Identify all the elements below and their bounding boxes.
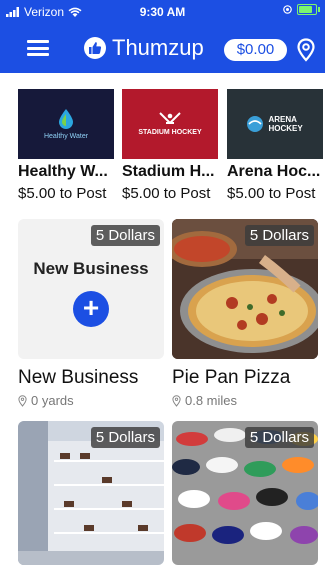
distance-text: 0 yards	[31, 393, 74, 408]
featured-item-healthy-water[interactable]: Healthy Water Healthy W... $5.00 to Post	[18, 89, 114, 202]
business-card-pie-pan-pizza[interactable]: 5 Dollars Pie Pan Pizza 0.8 miles	[172, 219, 318, 408]
thumbs-up-icon	[84, 37, 106, 59]
brand: Thumzup	[84, 35, 204, 61]
location-pin-icon	[18, 394, 27, 407]
brand-name: Thumzup	[112, 35, 204, 60]
status-time: 9:30 AM	[139, 5, 186, 19]
location-pin-icon	[172, 394, 181, 407]
featured-price: $5.00 to Post	[122, 185, 211, 202]
card-distance: 0 yards	[18, 393, 164, 408]
status-right	[283, 4, 320, 15]
menu-icon[interactable]	[27, 40, 49, 56]
featured-price: $5.00 to Post	[227, 185, 316, 202]
featured-item-arena-hockey[interactable]: ARENA HOCKEY Arena Hoc... $5.00 to Post	[227, 89, 323, 202]
shoe-store-image: 5 Dollars	[18, 421, 164, 565]
card-title: New Business	[18, 367, 139, 388]
hockey-sticks-icon	[159, 112, 181, 124]
sneaker-image: 5 Dollars	[172, 421, 318, 565]
business-card-shoe-store[interactable]: 5 Dollars	[18, 421, 164, 565]
status-bar: Verizon 9:30 AM	[0, 0, 325, 24]
featured-title: Healthy W...	[18, 163, 108, 180]
reward-badge: 5 Dollars	[90, 225, 160, 246]
reward-badge: 5 Dollars	[244, 225, 314, 246]
stadium-hockey-logo-text: STADIUM HOCKEY	[138, 129, 202, 136]
app-header: Verizon 9:30 AM Thumzup $0.00	[0, 0, 325, 73]
featured-row: Healthy Water Healthy W... $5.00 to Post…	[18, 89, 325, 204]
featured-title: Arena Hoc...	[227, 163, 321, 180]
business-card-sneaker-store[interactable]: 5 Dollars	[172, 421, 318, 565]
business-card-new-business[interactable]: New Business + 5 Dollars New Business 0 …	[18, 219, 164, 408]
location-services-icon	[283, 5, 292, 14]
arena-hockey-logo-text: ARENA HOCKEY	[268, 115, 303, 133]
new-business-image-text: New Business	[33, 259, 149, 278]
navbar: Thumzup $0.00	[0, 26, 325, 72]
healthy-water-logo: Healthy Water	[18, 89, 114, 159]
location-pin-icon[interactable]	[297, 38, 315, 67]
featured-price: $5.00 to Post	[18, 185, 107, 202]
battery-icon	[297, 4, 320, 15]
card-distance: 0.8 miles	[172, 393, 318, 408]
balance-button[interactable]: $0.00	[224, 39, 287, 61]
reward-badge: 5 Dollars	[90, 427, 160, 448]
add-icon: +	[73, 291, 109, 327]
hockey-helmet-icon	[246, 116, 263, 132]
card-title: Pie Pan Pizza	[172, 367, 291, 388]
pizza-image: 5 Dollars	[172, 219, 318, 359]
arena-hockey-logo: ARENA HOCKEY	[227, 89, 323, 159]
healthy-water-logo-text: Healthy Water	[43, 133, 89, 140]
reward-badge: 5 Dollars	[244, 427, 314, 448]
stadium-hockey-logo: STADIUM HOCKEY	[122, 89, 218, 159]
distance-text: 0.8 miles	[185, 393, 238, 408]
new-business-image: New Business + 5 Dollars	[18, 219, 164, 359]
water-drop-icon	[59, 109, 73, 129]
featured-item-stadium-hockey[interactable]: STADIUM HOCKEY Stadium H... $5.00 to Pos…	[122, 89, 218, 202]
featured-title: Stadium H...	[122, 163, 215, 180]
